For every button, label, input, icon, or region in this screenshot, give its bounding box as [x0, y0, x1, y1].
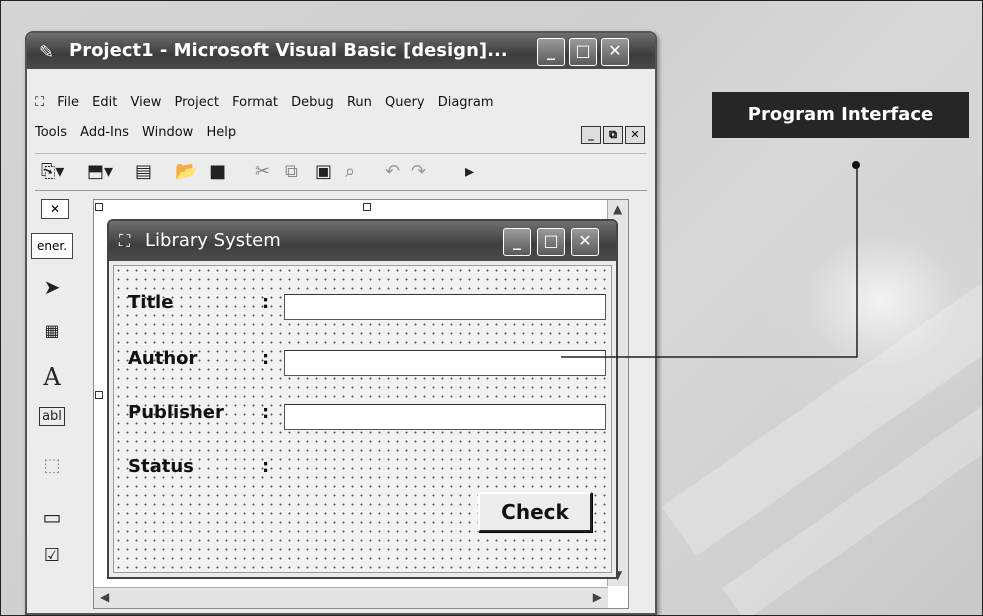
- window-titlebar[interactable]: ✎ Project1 - Microsoft Visual Basic [des…: [27, 33, 655, 69]
- menu-diagram[interactable]: Diagram: [438, 95, 494, 110]
- scroll-right-icon[interactable]: ▶: [593, 590, 602, 604]
- menu-addins[interactable]: Add-Ins: [80, 125, 129, 140]
- illustration-frame: ✎ Project1 - Microsoft Visual Basic [des…: [0, 0, 983, 616]
- menu-window[interactable]: Window: [142, 125, 193, 140]
- publisher-label: Publisher: [128, 402, 224, 423]
- form-body: Title : Author : Publisher : Status : Ch…: [113, 265, 612, 573]
- publisher-textbox[interactable]: [284, 404, 606, 430]
- form-icon: ⛶: [119, 231, 131, 250]
- check-button-label: Check: [501, 500, 569, 524]
- commandbutton-icon[interactable]: ▭: [35, 505, 69, 539]
- callout-dot: [852, 161, 860, 169]
- title-colon: :: [262, 292, 270, 313]
- textbox-icon[interactable]: abl: [35, 407, 69, 443]
- standard-toolbar: ⎘▾ ⬒▾ ▤ 📂 ■ ✂ ⧉ ▣ ⌕ ↶ ↷ ▸: [35, 153, 647, 191]
- menu-bar-row2: Tools Add-Ins Window Help: [35, 125, 647, 140]
- mdi-close-button[interactable]: ✕: [625, 126, 645, 144]
- pointer-icon[interactable]: ➤: [35, 275, 69, 309]
- author-colon: :: [262, 348, 270, 369]
- toolbox-close-button[interactable]: ✕: [41, 199, 69, 219]
- menu-tools[interactable]: Tools: [35, 125, 67, 140]
- menu-edit[interactable]: Edit: [92, 95, 117, 110]
- menu-view[interactable]: View: [130, 95, 161, 110]
- horizontal-scrollbar[interactable]: ◀ ▶: [94, 587, 608, 608]
- add-project-icon[interactable]: ⎘▾: [41, 161, 64, 182]
- minimize-button[interactable]: _: [537, 38, 565, 66]
- maximize-button[interactable]: □: [569, 38, 597, 66]
- title-label: Title: [128, 292, 174, 313]
- add-form-icon[interactable]: ⬒▾: [87, 161, 113, 182]
- menu-query[interactable]: Query: [385, 95, 425, 110]
- resize-handle[interactable]: [95, 203, 103, 211]
- form-titlebar[interactable]: ⛶ Library System _ □ ✕: [109, 221, 616, 261]
- vb-app-icon: ✎: [39, 42, 55, 63]
- label-icon[interactable]: A: [35, 363, 69, 397]
- mdi-restore-button[interactable]: ⧉: [603, 126, 623, 144]
- window-title: Project1 - Microsoft Visual Basic [desig…: [69, 40, 508, 61]
- form-maximize-button[interactable]: □: [537, 228, 565, 256]
- scroll-up-icon[interactable]: ▲: [613, 202, 622, 216]
- cut-icon[interactable]: ✂: [255, 161, 270, 182]
- close-button[interactable]: ✕: [601, 38, 629, 66]
- paste-icon[interactable]: ▣: [315, 161, 332, 182]
- menu-file[interactable]: File: [57, 95, 79, 110]
- library-system-form[interactable]: ⛶ Library System _ □ ✕ Title : Author : …: [107, 219, 618, 579]
- menu-doc-icon: ⛶: [35, 95, 45, 110]
- start-icon[interactable]: ▸: [465, 161, 474, 182]
- checkbox-icon[interactable]: ☑: [35, 545, 69, 579]
- form-close-button[interactable]: ✕: [571, 228, 599, 256]
- author-label: Author: [128, 348, 198, 369]
- redo-icon[interactable]: ↷: [411, 161, 426, 182]
- scroll-left-icon[interactable]: ◀: [100, 590, 109, 604]
- save-icon[interactable]: ■: [209, 161, 226, 182]
- resize-handle[interactable]: [363, 203, 371, 211]
- menu-format[interactable]: Format: [232, 95, 278, 110]
- menu-help[interactable]: Help: [206, 125, 236, 140]
- toolbox-panel: ✕ ener. ➤ ▦ A abl ⬚ ▭ ☑: [31, 199, 73, 599]
- menu-debug[interactable]: Debug: [291, 95, 334, 110]
- menu-project[interactable]: Project: [174, 95, 218, 110]
- author-textbox[interactable]: [284, 350, 606, 376]
- toolbox-tab-general[interactable]: ener.: [31, 233, 73, 259]
- menu-editor-icon[interactable]: ▤: [135, 161, 152, 182]
- form-title: Library System: [145, 230, 281, 251]
- status-colon: :: [262, 456, 270, 477]
- open-icon[interactable]: 📂: [175, 161, 197, 182]
- picturebox-icon[interactable]: ▦: [35, 321, 69, 355]
- menu-bar-row1: ⛶ File Edit View Project Format Debug Ru…: [35, 95, 647, 110]
- status-label: Status: [128, 456, 194, 477]
- frame-icon[interactable]: ⬚: [35, 455, 69, 489]
- mdi-child-controls: _ ⧉ ✕: [579, 123, 645, 144]
- undo-icon[interactable]: ↶: [385, 161, 400, 182]
- menu-run[interactable]: Run: [347, 95, 372, 110]
- publisher-colon: :: [262, 402, 270, 423]
- resize-handle[interactable]: [95, 391, 103, 399]
- mdi-minimize-button[interactable]: _: [581, 126, 601, 144]
- title-textbox[interactable]: [284, 294, 606, 320]
- check-button[interactable]: Check: [478, 492, 592, 532]
- vb-ide-window: ✎ Project1 - Microsoft Visual Basic [des…: [25, 31, 657, 615]
- copy-icon[interactable]: ⧉: [285, 161, 298, 182]
- form-minimize-button[interactable]: _: [503, 228, 531, 256]
- find-icon[interactable]: ⌕: [345, 161, 355, 182]
- callout-program-interface: Program Interface: [712, 92, 969, 138]
